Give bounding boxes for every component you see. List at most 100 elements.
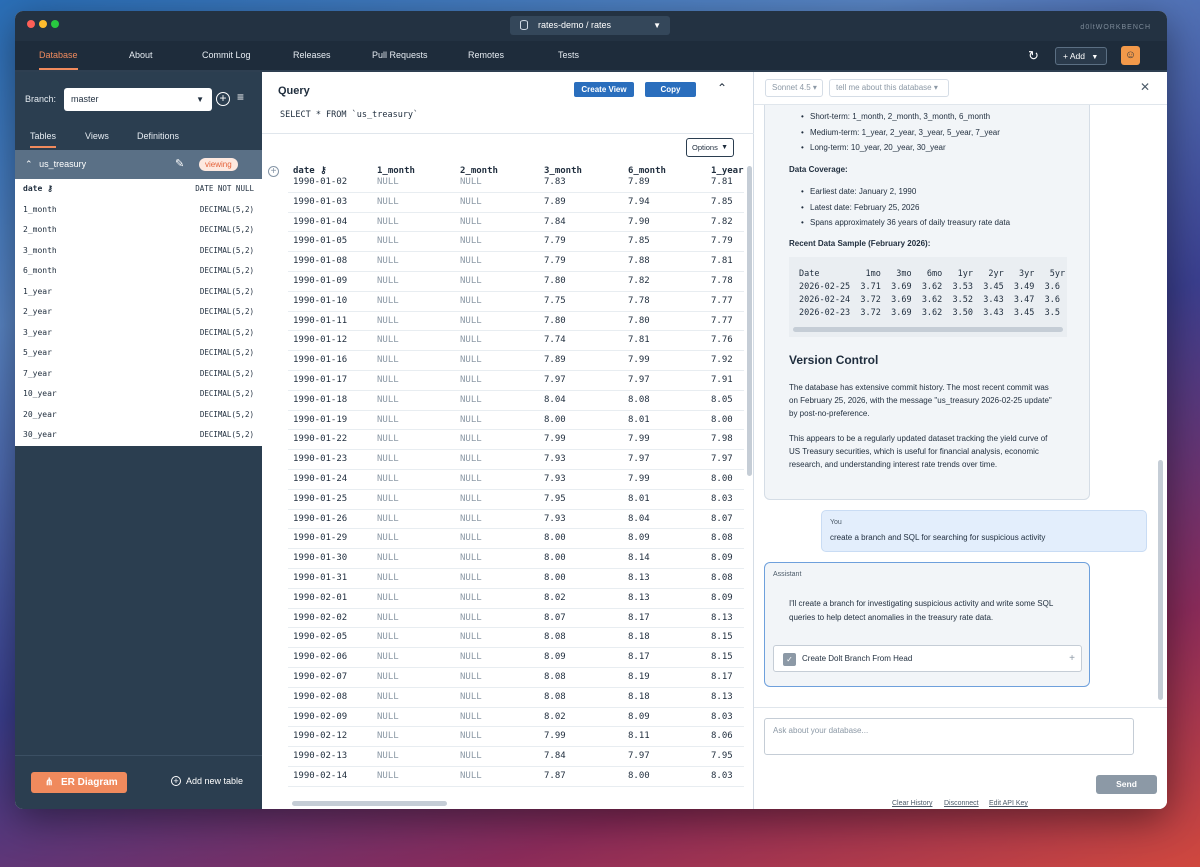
chat-input[interactable]: Ask about your database... [764, 718, 1134, 755]
table-cell[interactable]: 7.84 [544, 747, 566, 766]
table-row[interactable]: 1990-02-09 NULL NULL 8.02 8.09 8.03 [288, 708, 744, 728]
table-cell[interactable]: NULL [460, 173, 482, 192]
table-row[interactable]: 1990-01-05 NULL NULL 7.79 7.85 7.79 [288, 232, 744, 253]
table-cell[interactable]: 1990-01-31 [293, 569, 347, 588]
table-cell[interactable]: 7.99 [628, 470, 650, 489]
table-cell[interactable]: NULL [377, 213, 399, 232]
table-cell[interactable]: 7.95 [711, 747, 733, 766]
table-cell[interactable]: 1990-01-10 [293, 292, 347, 311]
table-cell[interactable]: 8.04 [628, 510, 650, 529]
table-cell[interactable]: 8.01 [628, 411, 650, 430]
table-cell[interactable]: NULL [377, 688, 399, 707]
table-cell[interactable]: 8.15 [711, 628, 733, 647]
column-row[interactable]: 20_year DECIMAL(5,2) [15, 405, 262, 426]
table-row[interactable]: 1990-01-18 NULL NULL 8.04 8.08 8.05 [288, 391, 744, 411]
table-cell[interactable]: 7.88 [628, 252, 650, 271]
table-cell[interactable]: NULL [377, 411, 399, 430]
table-cell[interactable]: 1990-01-09 [293, 272, 347, 291]
er-diagram-button[interactable]: ⋔ ER Diagram [31, 772, 127, 793]
table-cell[interactable]: 1990-01-30 [293, 549, 347, 568]
table-cell[interactable]: NULL [460, 252, 482, 271]
chevron-up-icon[interactable]: ⌃ [717, 81, 727, 95]
table-cell[interactable]: 8.17 [628, 609, 650, 628]
tab-tables[interactable]: Tables [30, 131, 57, 148]
table-cell[interactable]: 7.84 [544, 213, 566, 232]
table-cell[interactable]: NULL [377, 173, 399, 192]
vertical-scrollbar[interactable] [747, 166, 752, 476]
table-row[interactable]: 1990-02-14 NULL NULL 7.87 8.00 8.03 [288, 767, 744, 787]
add-new-table-button[interactable]: + Add new table [171, 776, 243, 786]
table-cell[interactable]: 1990-02-13 [293, 747, 347, 766]
table-cell[interactable]: NULL [460, 193, 482, 212]
table-row[interactable]: 1990-01-09 NULL NULL 7.80 7.82 7.78 [288, 272, 744, 292]
vertical-scrollbar[interactable] [1158, 460, 1163, 700]
table-cell[interactable]: 8.05 [711, 391, 733, 410]
column-row[interactable]: 2_month DECIMAL(5,2) [15, 220, 262, 241]
table-cell[interactable]: 1990-01-05 [293, 232, 347, 251]
close-icon[interactable]: ✕ [1140, 80, 1150, 94]
table-cell[interactable]: NULL [377, 193, 399, 212]
table-cell[interactable]: NULL [377, 292, 399, 311]
chevron-up-icon[interactable]: ⌃ [25, 159, 33, 169]
table-cell[interactable]: 1990-02-06 [293, 648, 347, 667]
table-cell[interactable]: 8.09 [628, 529, 650, 548]
table-cell[interactable]: NULL [377, 450, 399, 469]
table-cell[interactable]: NULL [460, 529, 482, 548]
table-cell[interactable]: 8.08 [711, 569, 733, 588]
table-cell[interactable]: 7.82 [628, 272, 650, 291]
column-row[interactable]: 30_year DECIMAL(5,2) [15, 425, 262, 446]
table-cell[interactable]: NULL [377, 727, 399, 746]
table-cell[interactable]: NULL [460, 747, 482, 766]
table-cell[interactable]: 1990-01-08 [293, 252, 347, 271]
table-cell[interactable]: 8.09 [711, 549, 733, 568]
table-row[interactable]: 1990-01-19 NULL NULL 8.00 8.01 8.00 [288, 411, 744, 431]
disconnect-link[interactable]: Disconnect [944, 800, 979, 807]
table-cell[interactable]: 8.07 [544, 609, 566, 628]
table-cell[interactable]: NULL [377, 252, 399, 271]
table-cell[interactable]: 8.02 [544, 708, 566, 727]
table-row[interactable]: 1990-02-07 NULL NULL 8.08 8.19 8.17 [288, 668, 744, 688]
table-header-us-treasury[interactable]: ⌃ us_treasury ✎ viewing [15, 150, 262, 179]
nav-commit-log[interactable]: Commit Log [202, 41, 251, 70]
add-button[interactable]: + Add ▼ [1055, 47, 1107, 65]
column-row[interactable]: 5_year DECIMAL(5,2) [15, 343, 262, 364]
table-cell[interactable]: 8.17 [711, 668, 733, 687]
prompt-suggestion-dropdown[interactable]: tell me about this database ▾ [829, 79, 949, 97]
branch-selector[interactable]: master ▼ [64, 88, 212, 111]
table-row[interactable]: 1990-02-08 NULL NULL 8.08 8.18 8.13 [288, 688, 744, 708]
table-cell[interactable]: NULL [460, 312, 482, 331]
table-cell[interactable]: 8.03 [711, 490, 733, 509]
table-cell[interactable]: NULL [460, 569, 482, 588]
table-cell[interactable]: NULL [377, 312, 399, 331]
nav-tests[interactable]: Tests [558, 41, 579, 70]
avatar[interactable]: ☺ [1121, 46, 1140, 65]
table-cell[interactable]: 7.99 [544, 430, 566, 449]
table-cell[interactable]: NULL [460, 411, 482, 430]
table-cell[interactable]: NULL [460, 708, 482, 727]
column-row[interactable]: 3_month DECIMAL(5,2) [15, 241, 262, 262]
table-cell[interactable]: 8.18 [628, 628, 650, 647]
table-cell[interactable]: NULL [377, 470, 399, 489]
table-cell[interactable]: 8.00 [544, 411, 566, 430]
table-row[interactable]: 1990-01-10 NULL NULL 7.75 7.78 7.77 [288, 292, 744, 312]
add-branch-icon[interactable]: + [216, 92, 230, 106]
table-cell[interactable]: 7.98 [711, 430, 733, 449]
table-cell[interactable]: 8.00 [711, 470, 733, 489]
table-cell[interactable]: 7.95 [544, 490, 566, 509]
nav-database[interactable]: Database [39, 41, 78, 70]
table-cell[interactable]: 7.85 [711, 193, 733, 212]
table-cell[interactable]: 8.13 [711, 688, 733, 707]
table-cell[interactable]: 7.79 [711, 232, 733, 251]
table-cell[interactable]: 1990-02-05 [293, 628, 347, 647]
edit-icon[interactable]: ✎ [175, 150, 184, 179]
table-cell[interactable]: 8.01 [628, 490, 650, 509]
column-row[interactable]: 2_year DECIMAL(5,2) [15, 302, 262, 323]
table-cell[interactable]: 7.97 [544, 371, 566, 390]
table-cell[interactable]: 7.93 [544, 470, 566, 489]
table-cell[interactable]: NULL [377, 272, 399, 291]
column-row[interactable]: date ⚷ DATE NOT NULL [15, 179, 262, 200]
table-cell[interactable]: 8.08 [711, 529, 733, 548]
table-cell[interactable]: 8.15 [711, 648, 733, 667]
database-selector[interactable]: rates-demo / rates ▼ [510, 16, 670, 35]
table-cell[interactable]: 7.90 [628, 213, 650, 232]
